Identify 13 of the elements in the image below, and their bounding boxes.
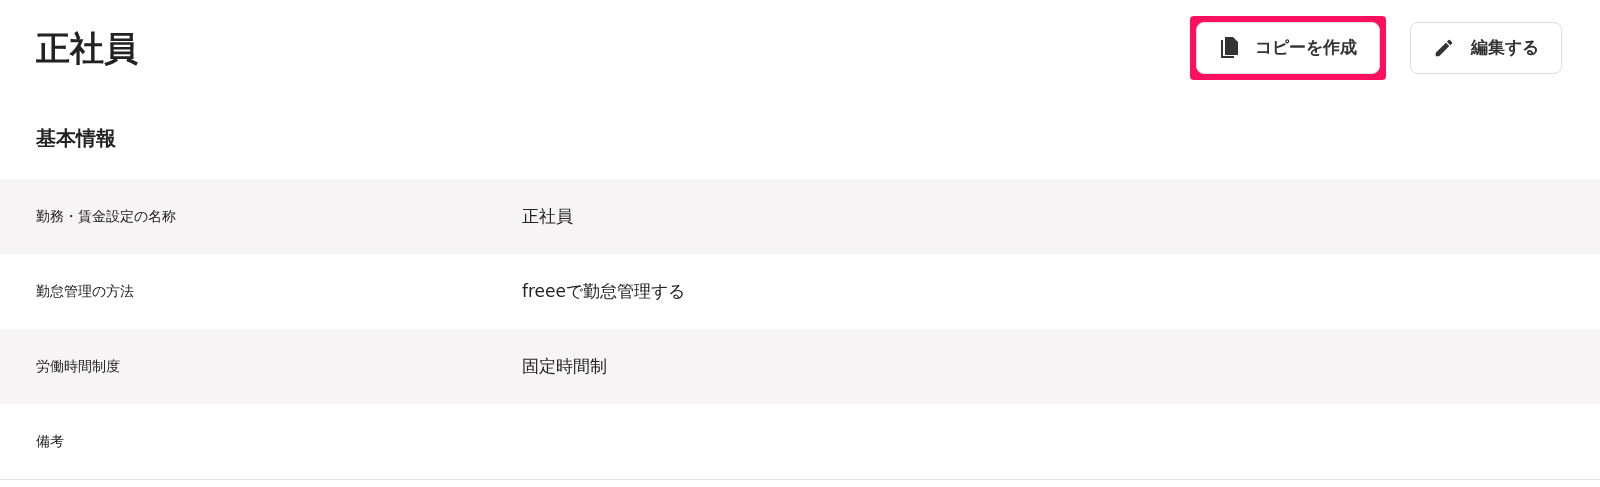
row-label: 勤怠管理の方法	[35, 282, 135, 301]
row-label: 備考	[35, 432, 65, 451]
copy-icon	[1219, 36, 1239, 60]
section-title: 基本情報	[35, 124, 117, 152]
row-label: 労働時間制度	[35, 357, 121, 376]
row-value: freeeで勤怠管理する	[522, 279, 685, 303]
page-title: 正社員	[36, 26, 138, 70]
copy-button[interactable]: コピーを作成	[1196, 22, 1380, 74]
row-value: 正社員	[522, 204, 573, 228]
edit-button[interactable]: 編集する	[1410, 22, 1562, 74]
row-label: 勤務・賃金設定の名称	[35, 207, 177, 226]
row-value: 固定時間制	[522, 354, 607, 378]
pencil-icon	[1433, 37, 1455, 59]
